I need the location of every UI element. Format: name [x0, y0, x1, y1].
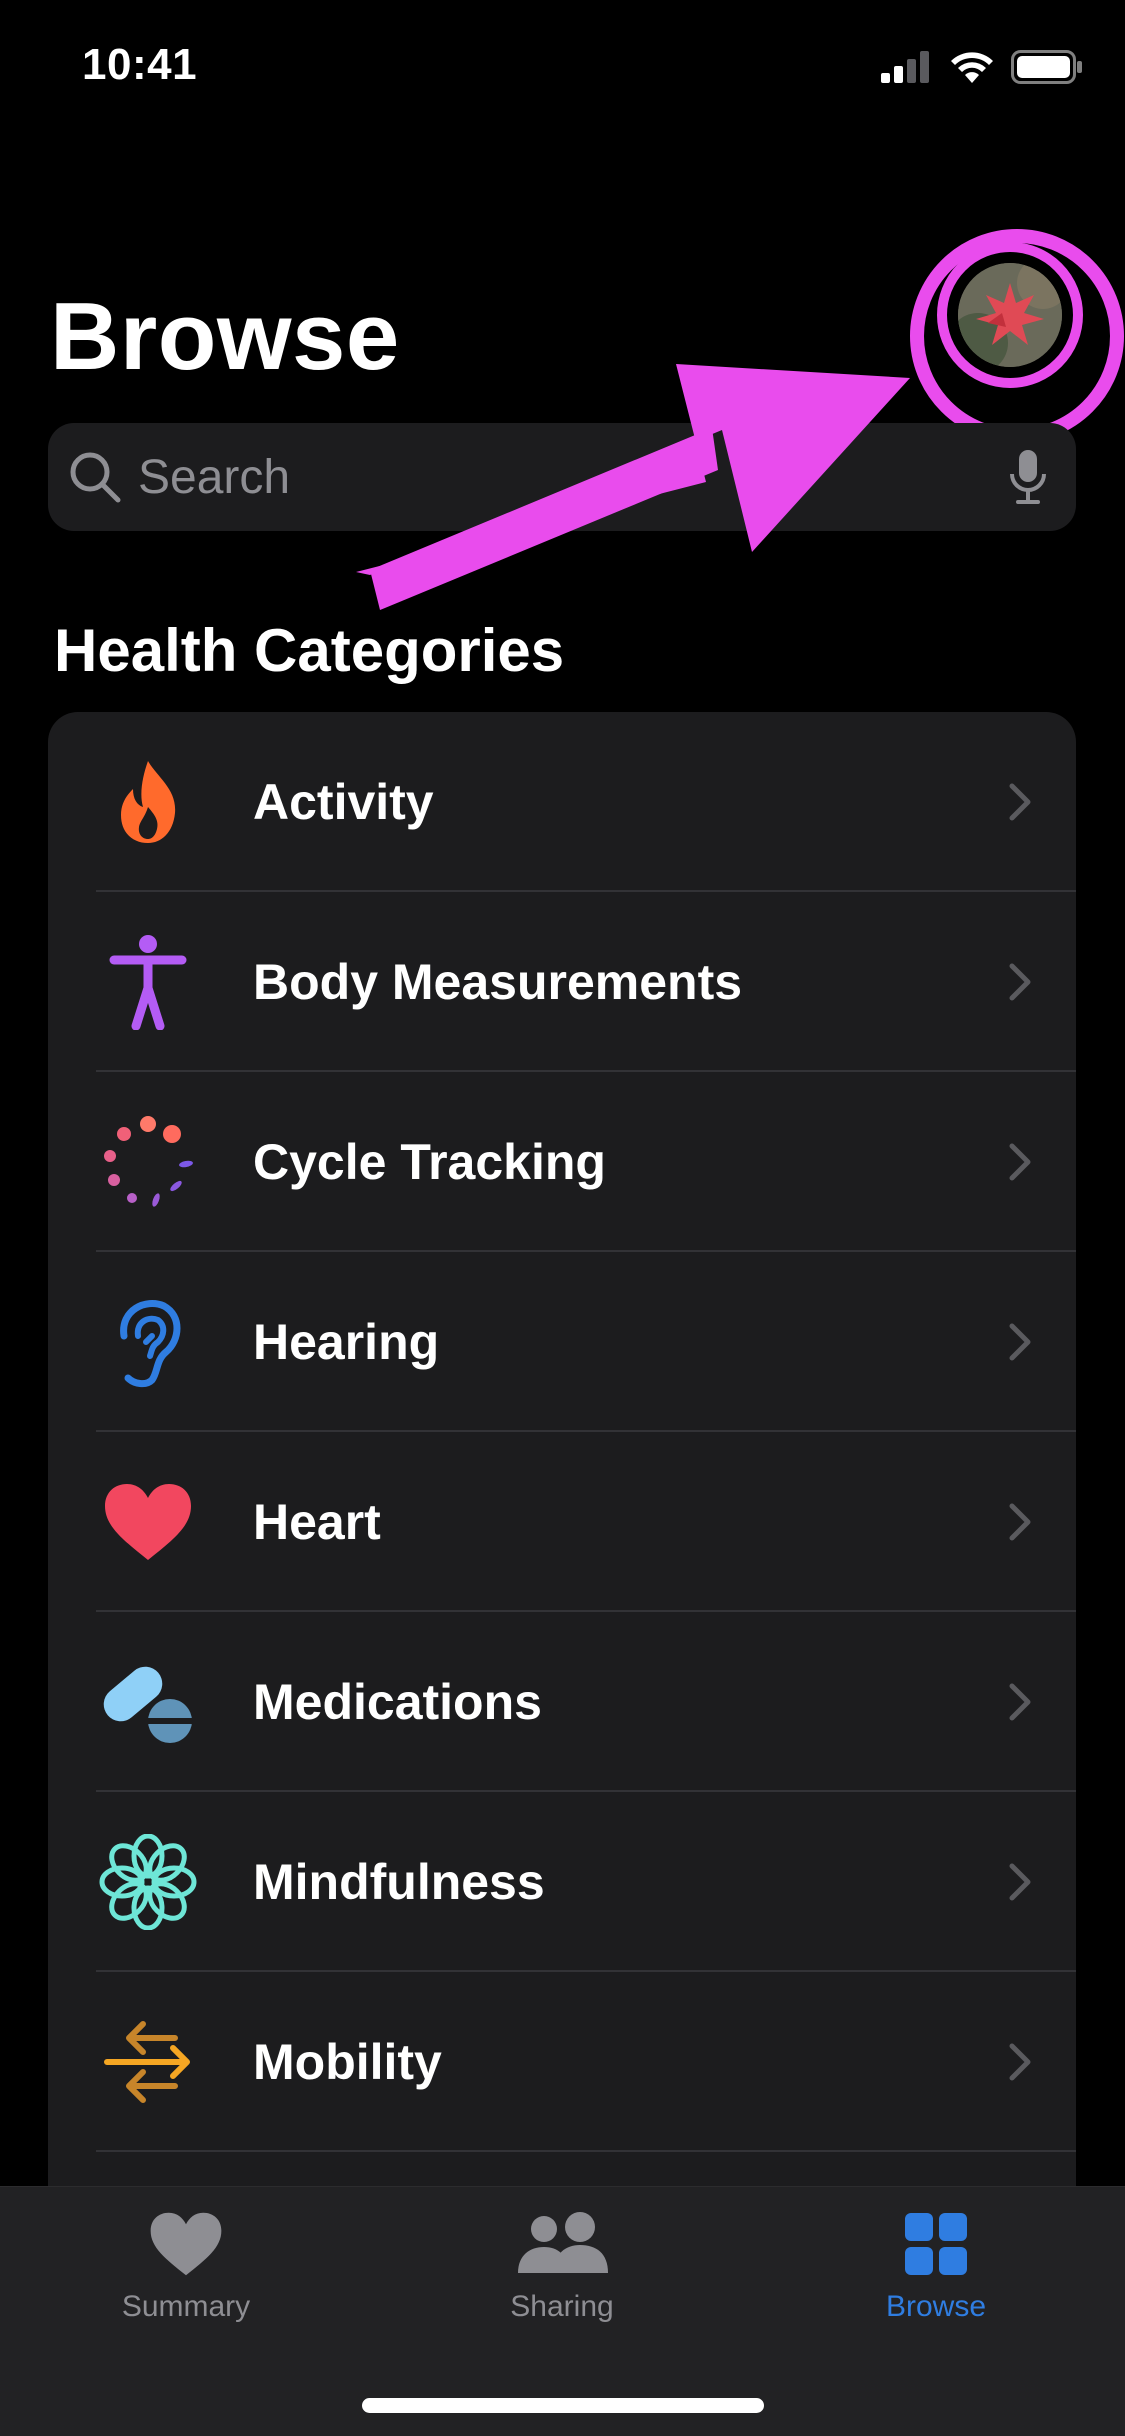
- tab-label: Summary: [121, 2290, 251, 2323]
- search-icon: [70, 452, 121, 503]
- category-row-activity[interactable]: Activity: [48, 712, 1076, 892]
- category-label: Mobility: [253, 2034, 442, 2090]
- annotation-outer-ring: [910, 229, 1124, 443]
- category-label: Cycle Tracking: [253, 1134, 606, 1190]
- signal-icon: [881, 51, 929, 83]
- chevron-right-icon: [1009, 783, 1031, 821]
- category-row-medications[interactable]: Medications: [48, 1612, 1076, 1792]
- categories-list: Activity Body Measurements Cycle Trackin…: [48, 712, 1076, 2212]
- pills-icon: [103, 1666, 192, 1743]
- heart-icon: [150, 2212, 222, 2276]
- category-label: Medications: [253, 1674, 542, 1730]
- flower-icon: [99, 1834, 197, 1930]
- category-row-mindfulness[interactable]: Mindfulness: [48, 1792, 1076, 1972]
- chevron-right-icon: [1009, 1323, 1031, 1361]
- category-row-cycle-tracking[interactable]: Cycle Tracking: [48, 1072, 1076, 1252]
- section-title: Health Categories: [54, 617, 565, 684]
- category-row-heart[interactable]: Heart: [48, 1432, 1076, 1612]
- category-label: Mindfulness: [253, 1854, 545, 1910]
- status-icons: [881, 50, 1083, 84]
- chevron-right-icon: [1009, 1143, 1031, 1181]
- category-row-body-measurements[interactable]: Body Measurements: [48, 892, 1076, 1072]
- category-row-mobility[interactable]: Mobility: [48, 1972, 1076, 2152]
- chevron-right-icon: [1009, 1863, 1031, 1901]
- grid-icon: [905, 2213, 967, 2275]
- chevron-right-icon: [1009, 963, 1031, 1001]
- chevron-right-icon: [1009, 1503, 1031, 1541]
- home-indicator: [362, 2398, 764, 2413]
- flame-icon: [121, 761, 176, 843]
- battery-icon: [1011, 50, 1082, 84]
- tab-label: Browse: [885, 2290, 987, 2323]
- tab-summary[interactable]: Summary: [56, 2211, 316, 2324]
- heart-icon: [105, 1484, 191, 1560]
- microphone-icon[interactable]: [1008, 448, 1048, 506]
- category-label: Body Measurements: [253, 954, 743, 1010]
- wifi-icon: [951, 52, 993, 83]
- search-placeholder[interactable]: Search: [138, 450, 290, 505]
- category-label: Hearing: [253, 1314, 440, 1370]
- category-row-hearing[interactable]: Hearing: [48, 1252, 1076, 1432]
- chevron-right-icon: [1009, 2043, 1031, 2081]
- page-title: Browse: [50, 283, 400, 390]
- figure-icon: [109, 935, 187, 1030]
- tab-label: Sharing: [510, 2290, 614, 2323]
- chevron-right-icon: [1009, 1683, 1031, 1721]
- search-field[interactable]: Search: [48, 423, 1076, 531]
- tab-browse[interactable]: Browse: [806, 2211, 1066, 2324]
- arrows-icon: [104, 2021, 190, 2103]
- people-icon: [518, 2212, 608, 2273]
- tab-sharing[interactable]: Sharing: [432, 2211, 692, 2324]
- cycle-icon: [104, 1116, 193, 1207]
- category-label: Heart: [253, 1494, 381, 1550]
- ear-icon: [120, 1300, 181, 1388]
- category-label: Activity: [253, 774, 434, 830]
- status-time: 10:41: [82, 40, 198, 89]
